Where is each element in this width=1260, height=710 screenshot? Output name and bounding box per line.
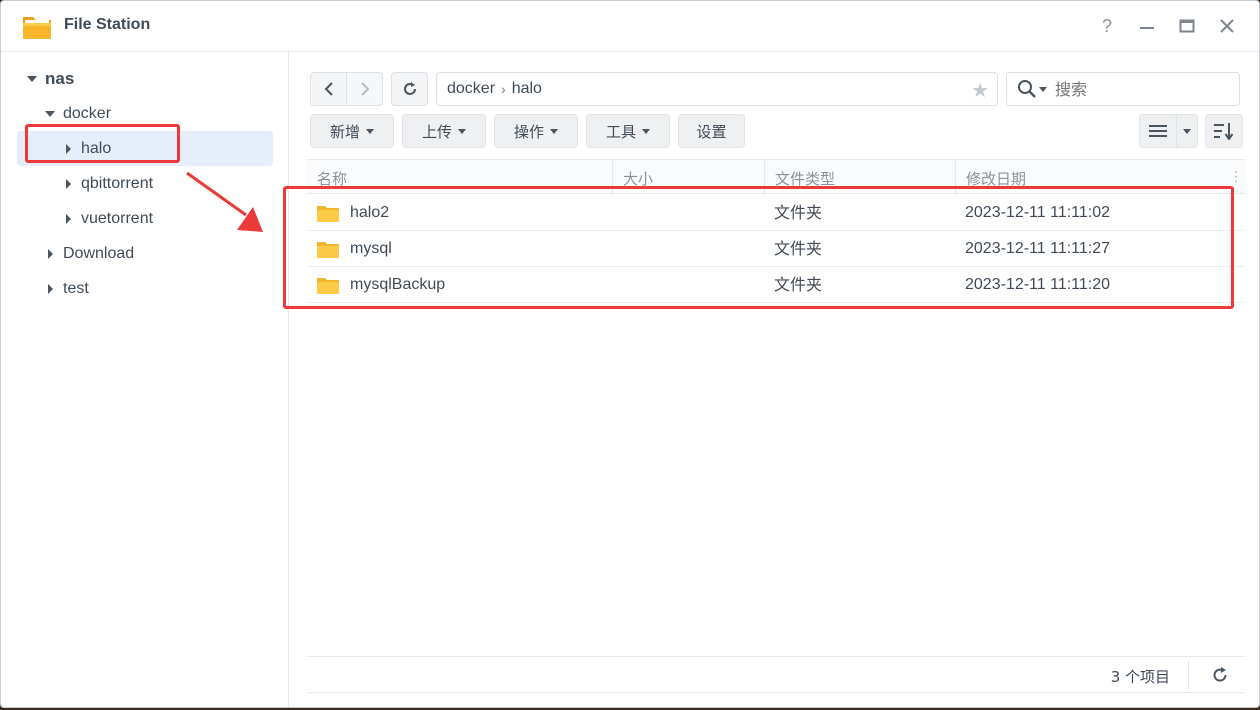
help-button[interactable]: ? [1096,15,1118,37]
maximize-button[interactable] [1176,15,1198,37]
tree-item-label: halo [81,139,112,157]
settings-button[interactable]: 设置 [678,114,745,148]
search-icon[interactable] [1017,79,1037,99]
tree-item-label: qbittorrent [81,174,154,192]
column-header-name[interactable]: 名称 [307,160,613,195]
tree-item-label: vuetorrent [81,209,154,227]
action-button[interactable]: 操作 [494,114,578,148]
list-view-icon [1149,125,1167,137]
refresh-icon[interactable] [1210,665,1230,685]
view-mode-dropdown[interactable] [1176,114,1198,148]
chevron-right-icon[interactable] [61,177,75,191]
back-button[interactable] [310,72,347,106]
tree-item-halo[interactable]: halo [17,131,273,166]
column-header-type[interactable]: 文件类型 [765,160,956,195]
caret-down-icon [1183,128,1191,134]
file-modified: 2023-12-11 11:11:02 [965,204,1111,221]
chevron-left-icon [324,82,333,96]
file-name: halo2 [350,204,390,221]
breadcrumb-docker[interactable]: docker [447,80,495,98]
file-type: 文件夹 [774,275,823,294]
tools-button-label: 工具 [605,122,636,141]
window-title: File Station [64,16,151,33]
column-header-modified[interactable]: 修改日期 [956,160,1226,195]
folder-icon [317,242,339,258]
folder-icon [317,206,339,222]
create-button[interactable]: 新增 [310,114,394,148]
file-name-cell: mysqlBackup [317,267,445,303]
file-type: 文件夹 [774,239,823,258]
refresh-button[interactable] [391,72,428,106]
more-vertical-icon[interactable]: ⋮ [1229,169,1243,185]
tree-item-download[interactable]: Download [43,236,134,271]
title-bar: File Station ? [1,1,1259,52]
sort-icon [1214,123,1234,140]
file-name-cell: halo2 [317,195,389,231]
tree-item-vuetorrent[interactable]: vuetorrent [61,201,153,236]
refresh-icon [403,82,416,95]
forward-button[interactable] [346,72,383,106]
sort-button[interactable] [1205,114,1243,148]
caret-down-icon [458,128,466,134]
chevron-right-icon[interactable] [43,282,57,296]
file-name: mysql [350,240,392,257]
tree-item-qbittorrent[interactable]: qbittorrent [61,166,153,201]
chevron-right-icon [360,82,369,96]
caret-down-icon [366,128,374,134]
upload-button[interactable]: 上传 [402,114,486,148]
file-list-pane: docker › halo ★ 新增 上传 操作 工具 设置 [290,52,1259,707]
chevron-right-icon[interactable] [43,247,57,261]
tree-item-docker[interactable]: docker [43,96,111,131]
folder-tree-sidebar: nas docker halo qbittorrent vuetorrent D… [1,52,289,707]
create-button-label: 新增 [329,122,360,141]
tree-item-nas[interactable]: nas [25,61,74,96]
tree-item-test[interactable]: test [43,271,89,306]
tree-item-label: docker [63,104,112,122]
file-station-app-icon [23,17,51,39]
file-name: mysqlBackup [350,276,446,293]
maximize-icon [1179,19,1195,33]
minimize-button[interactable] [1136,15,1158,37]
search-box[interactable] [1006,72,1240,106]
tree-item-label: test [63,279,89,297]
status-bar: 3 个项目 [307,656,1245,693]
divider [1188,661,1189,689]
tree-item-label: Download [63,244,135,262]
chevron-down-icon[interactable] [43,107,57,121]
file-name-cell: mysql [317,231,392,267]
tools-button[interactable]: 工具 [586,114,670,148]
star-icon[interactable]: ★ [971,78,989,103]
action-button-label: 操作 [513,122,544,141]
caret-down-icon[interactable] [1039,86,1047,92]
table-row[interactable]: halo2 文件夹 2023-12-11 11:11:02 [307,195,1245,231]
breadcrumb-separator: › [501,81,506,97]
close-icon [1220,19,1234,33]
tree-item-label: nas [45,68,75,88]
path-bar[interactable]: docker › halo ★ [436,72,998,106]
list-view-button[interactable] [1139,114,1177,148]
file-modified: 2023-12-11 11:11:27 [965,240,1111,257]
breadcrumb-halo[interactable]: halo [512,80,542,98]
item-count: 3 个项目 [1110,668,1170,686]
column-header-size[interactable]: 大小 [613,160,765,195]
caret-down-icon [642,128,650,134]
table-header: 名称 大小 文件类型 修改日期 ⋮ [307,159,1245,195]
folder-icon [317,278,339,294]
search-input[interactable] [1055,79,1205,99]
file-modified: 2023-12-11 11:11:20 [965,276,1111,293]
close-button[interactable] [1216,15,1238,37]
file-station-window: File Station ? nas docker halo qbittorre… [0,0,1260,708]
chevron-right-icon[interactable] [61,212,75,226]
settings-button-label: 设置 [696,122,727,141]
minimize-icon [1140,27,1154,29]
upload-button-label: 上传 [421,122,452,141]
chevron-right-icon[interactable] [61,142,75,156]
chevron-down-icon[interactable] [25,72,39,86]
table-row[interactable]: mysql 文件夹 2023-12-11 11:11:27 [307,231,1245,267]
file-type: 文件夹 [774,203,823,222]
caret-down-icon [550,128,558,134]
table-row[interactable]: mysqlBackup 文件夹 2023-12-11 11:11:20 [307,267,1245,303]
